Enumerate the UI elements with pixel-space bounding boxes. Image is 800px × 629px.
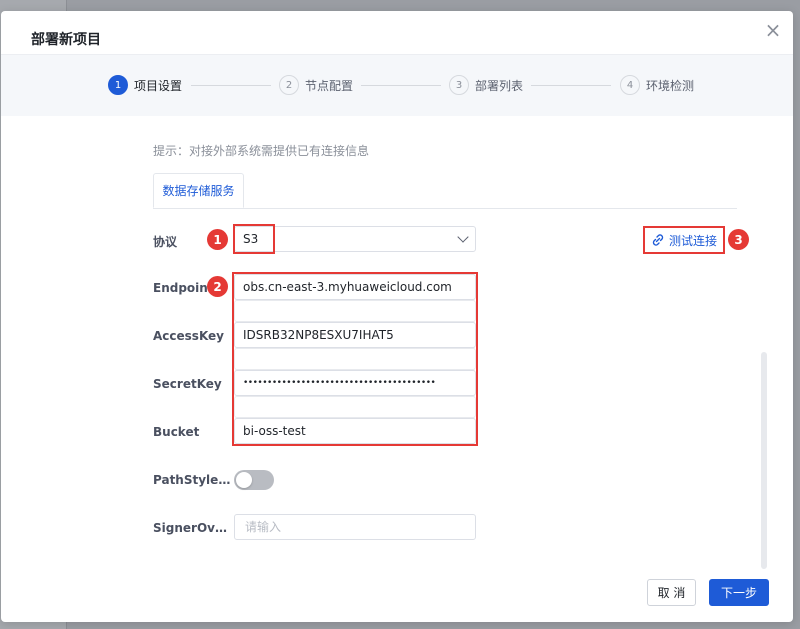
secret-key-value: •••••••••••••••••••••••••••••••••••••••• [243,378,436,388]
step-label: 部署列表 [475,78,524,93]
endpoint-subrow [234,300,476,322]
link-icon [652,234,664,246]
test-connection-button[interactable]: 测试连接 [645,228,723,252]
annotation-marker-1: 1 [207,229,228,250]
next-step-button[interactable]: 下一步 [709,579,769,606]
access-key-subrow [234,348,476,370]
secret-key-input[interactable]: •••••••••••••••••••••••••••••••••••••••• [234,370,476,396]
step-deploy-list[interactable]: 3 部署列表 [449,74,523,96]
bucket-label: Bucket [153,425,200,439]
annotation-marker-3: 3 [728,229,749,250]
step-connector [531,85,611,86]
steps-bar: 1 项目设置 2 节点配置 3 部署列表 4 环境检测 [1,54,793,116]
step-label: 环境检测 [646,78,695,93]
step-number: 2 [279,75,299,95]
toggle-knob [236,472,252,488]
bucket-input[interactable]: bi-oss-test [234,418,476,444]
signer-override-label: SignerOverri... [153,521,233,535]
dialog-title: 部署新项目 [31,32,101,48]
path-style-label: PathStyleAcc... [153,473,233,487]
scrollbar[interactable] [761,352,767,569]
endpoint-input[interactable]: obs.cn-east-3.myhuaweicloud.com [234,274,476,300]
protocol-value: S3 [243,232,259,246]
access-key-value: IDSRB32NP8ESXU7IHAT5 [243,328,394,342]
step-connector [191,85,271,86]
signer-override-field[interactable] [243,519,467,535]
step-number: 1 [108,75,128,95]
step-number: 4 [620,75,640,95]
secret-key-label: SecretKey [153,377,222,391]
annotation-marker-2: 2 [207,276,228,297]
endpoint-value: obs.cn-east-3.myhuaweicloud.com [243,280,452,294]
test-connection-label: 测试连接 [668,233,717,248]
close-icon[interactable]: × [763,20,783,41]
step-project-settings[interactable]: 1 项目设置 [108,74,182,96]
tab-bar: 数据存储服务 [153,173,737,209]
protocol-select[interactable]: S3 [234,226,476,252]
step-env-check[interactable]: 4 环境检测 [620,74,694,96]
secret-key-subrow [234,396,476,418]
cancel-button[interactable]: 取 消 [647,579,696,606]
step-number: 3 [449,75,469,95]
signer-override-input[interactable] [234,514,476,540]
step-label: 项目设置 [134,78,183,93]
path-style-toggle[interactable] [234,470,274,490]
tab-data-storage[interactable]: 数据存储服务 [153,173,244,208]
step-label: 节点配置 [305,78,354,93]
hint-text: 提示：对接外部系统需提供已有连接信息 [153,144,370,158]
bucket-value: bi-oss-test [243,424,306,438]
step-node-config[interactable]: 2 节点配置 [279,74,353,96]
access-key-input[interactable]: IDSRB32NP8ESXU7IHAT5 [234,322,476,348]
access-key-label: AccessKey [153,329,224,343]
deploy-project-dialog: 部署新项目 × 1 项目设置 2 节点配置 3 部署列表 4 环境检测 提示：对… [1,11,793,622]
chevron-down-icon [457,231,469,243]
step-connector [361,85,441,86]
